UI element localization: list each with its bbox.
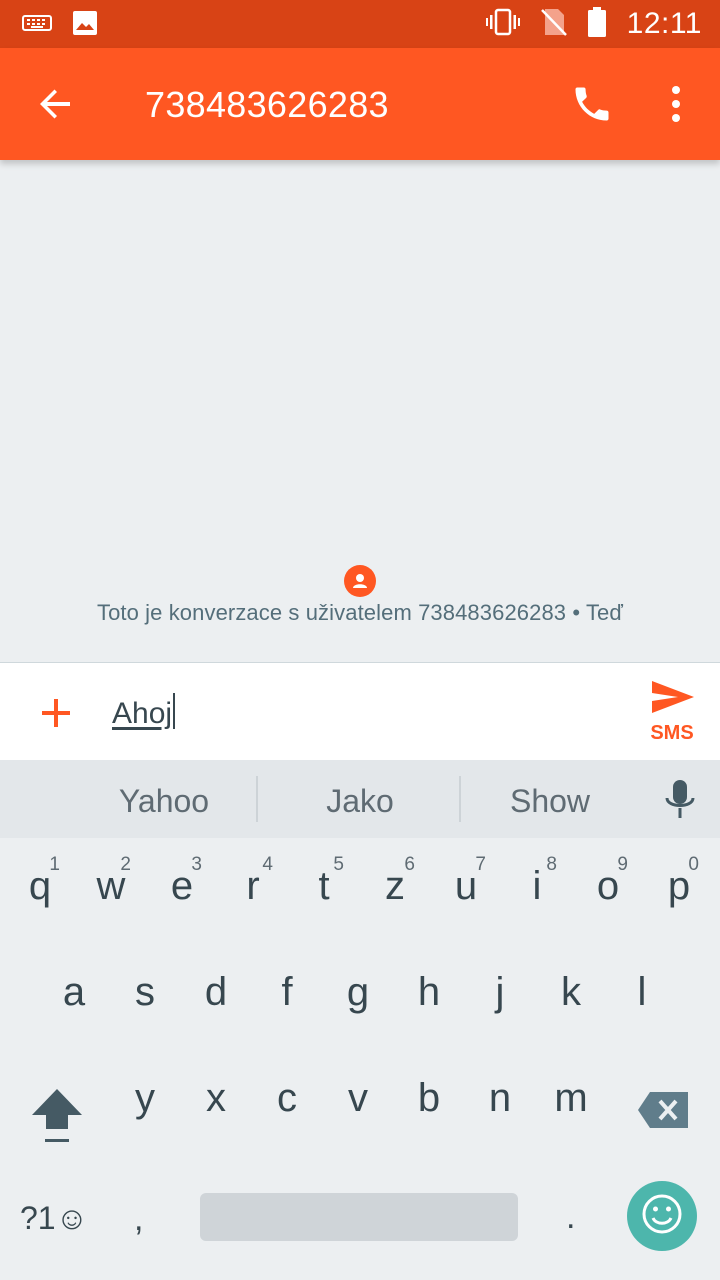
- key-l[interactable]: l: [606, 944, 678, 1048]
- contact-avatar-icon: [344, 565, 376, 597]
- keyboard-icon: [22, 13, 52, 38]
- phone-icon[interactable]: [570, 82, 614, 126]
- backspace-icon: [636, 1092, 692, 1136]
- shift-key[interactable]: [24, 1083, 90, 1153]
- key-c[interactable]: c: [251, 1050, 323, 1154]
- key-d[interactable]: d: [180, 944, 252, 1048]
- send-type-label: SMS: [650, 722, 694, 744]
- key-v[interactable]: v: [322, 1050, 394, 1154]
- key-r[interactable]: 4r: [217, 838, 289, 942]
- symbols-key[interactable]: ?1☺: [20, 1200, 88, 1237]
- key-k[interactable]: k: [535, 944, 607, 1048]
- key-x[interactable]: x: [180, 1050, 252, 1154]
- key-j[interactable]: j: [464, 944, 536, 1048]
- suggestion-divider: [459, 776, 461, 822]
- key-u[interactable]: 7u: [430, 838, 502, 942]
- suggestion-2[interactable]: Jako: [262, 760, 458, 838]
- key-w[interactable]: 2w: [75, 838, 147, 942]
- keyboard: 1q 2w 3e 4r 5t 6z 7u 8i 9o 0p a s d f g …: [0, 838, 720, 1280]
- suggestion-strip: Yahoo Jako Show: [0, 760, 720, 838]
- microphone-icon[interactable]: [662, 778, 698, 822]
- backspace-key[interactable]: [636, 1088, 692, 1132]
- image-icon: [72, 10, 98, 41]
- key-p[interactable]: 0p: [643, 838, 715, 942]
- period-key[interactable]: .: [566, 1198, 575, 1237]
- key-n[interactable]: n: [464, 1050, 536, 1154]
- key-g[interactable]: g: [322, 944, 394, 1048]
- conversation-title: 738483626283: [145, 84, 389, 125]
- shift-icon: [24, 1089, 90, 1157]
- more-vert-icon[interactable]: [660, 82, 692, 126]
- space-key[interactable]: [200, 1193, 518, 1241]
- send-button[interactable]: SMS: [640, 677, 704, 757]
- key-b[interactable]: b: [393, 1050, 465, 1154]
- message-text: Ahoj: [112, 697, 173, 730]
- suggestion-divider: [256, 776, 258, 822]
- comma-key[interactable]: ,: [134, 1200, 143, 1239]
- app-bar: 738483626283: [0, 48, 720, 160]
- compose-bar: Ahoj SMS: [0, 662, 720, 761]
- key-y[interactable]: y: [109, 1050, 181, 1154]
- back-arrow-icon[interactable]: [34, 82, 78, 126]
- message-input[interactable]: Ahoj: [112, 693, 176, 731]
- status-bar: 12:11: [0, 0, 720, 48]
- suggestion-3[interactable]: Show: [462, 760, 638, 838]
- text-cursor: [173, 693, 176, 729]
- key-a[interactable]: a: [38, 944, 110, 1048]
- key-q[interactable]: 1q: [4, 838, 76, 942]
- key-m[interactable]: m: [535, 1050, 607, 1154]
- emoji-icon: [640, 1192, 684, 1241]
- key-o[interactable]: 9o: [572, 838, 644, 942]
- key-h[interactable]: h: [393, 944, 465, 1048]
- vibrate-icon: [485, 8, 521, 41]
- key-f[interactable]: f: [251, 944, 323, 1048]
- key-s[interactable]: s: [109, 944, 181, 1048]
- conversation-info: Toto je konverzace s uživatelem 73848362…: [96, 600, 624, 625]
- status-time: 12:11: [626, 7, 702, 40]
- key-z[interactable]: 6z: [359, 838, 431, 942]
- suggestion-1[interactable]: Yahoo: [70, 760, 258, 838]
- key-e[interactable]: 3e: [146, 838, 218, 942]
- battery-icon: [587, 6, 607, 43]
- send-icon: [648, 681, 696, 721]
- add-attachment-icon[interactable]: [36, 693, 76, 733]
- conversation-area: Toto je konverzace s uživatelem 73848362…: [0, 160, 720, 662]
- no-sim-icon: [540, 7, 567, 42]
- emoji-key[interactable]: [627, 1181, 697, 1251]
- key-t[interactable]: 5t: [288, 838, 360, 942]
- key-i[interactable]: 8i: [501, 838, 573, 942]
